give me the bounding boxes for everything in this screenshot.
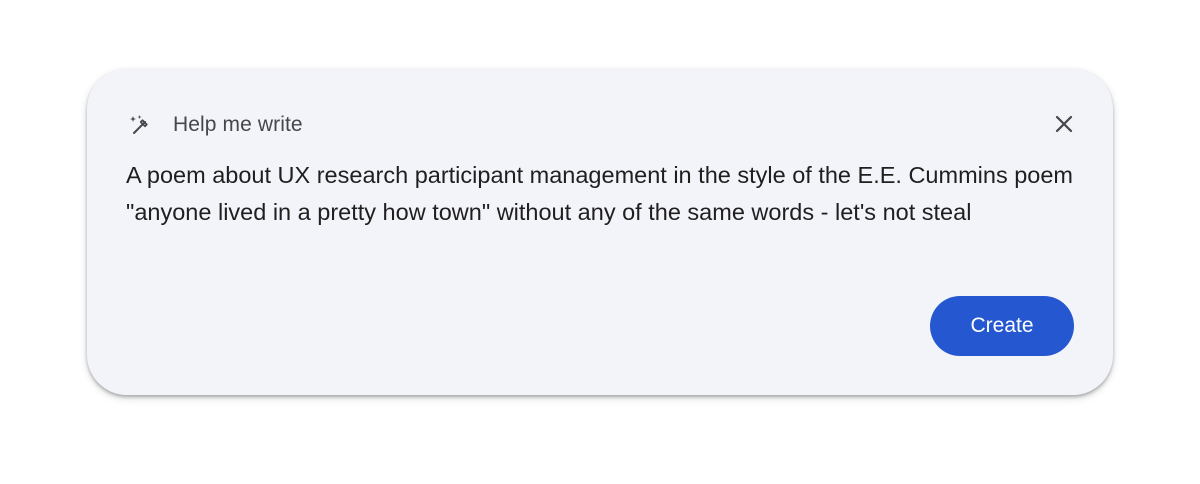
close-button[interactable] bbox=[1051, 113, 1077, 139]
dialog-title: Help me write bbox=[173, 113, 303, 136]
magic-pen-icon bbox=[127, 113, 151, 137]
dialog-header: Help me write bbox=[127, 109, 303, 141]
prompt-text[interactable]: A poem about UX research participant man… bbox=[126, 157, 1086, 231]
close-icon bbox=[1054, 114, 1074, 139]
create-button[interactable]: Create bbox=[930, 296, 1074, 356]
help-me-write-dialog: Help me write A poem about UX research p… bbox=[87, 69, 1113, 395]
